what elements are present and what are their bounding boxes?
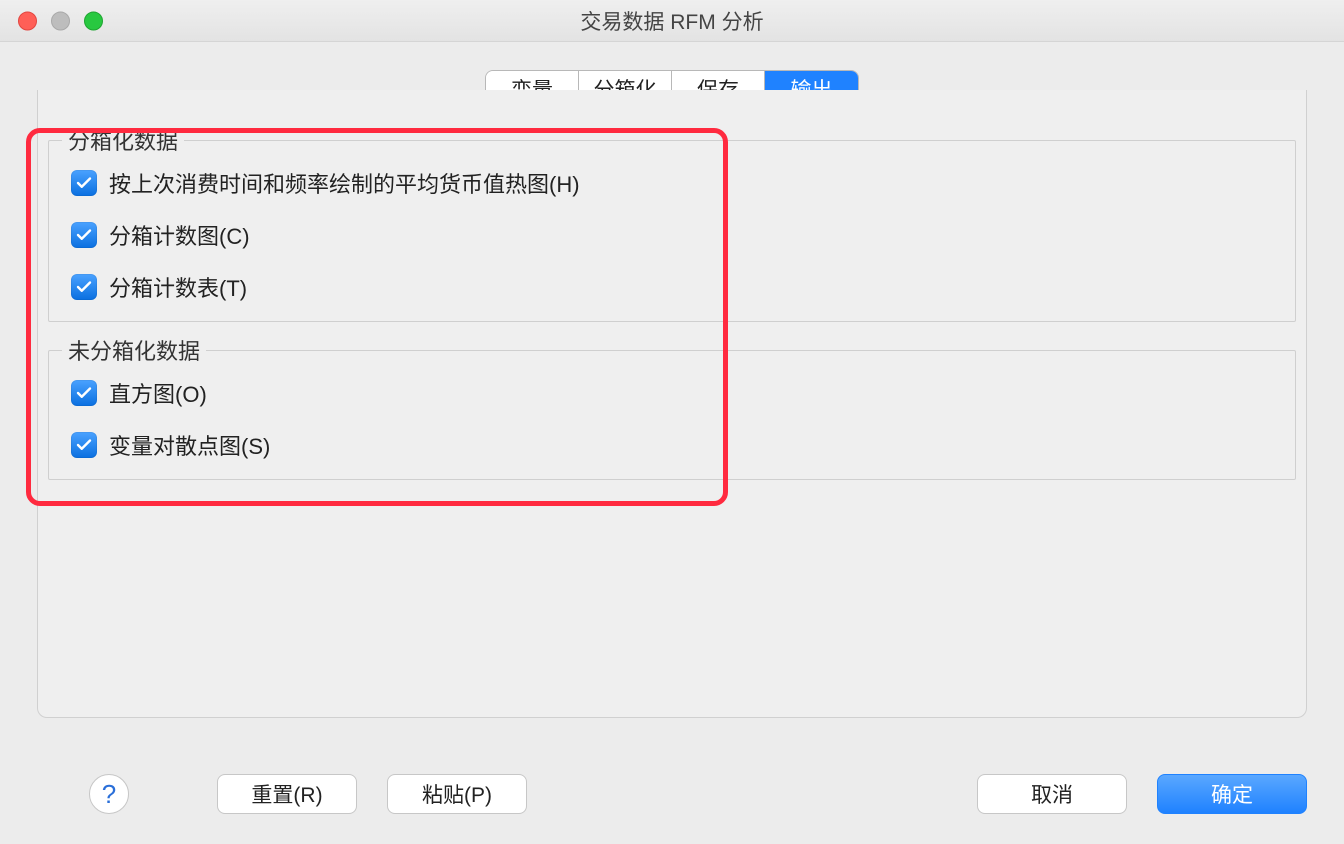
check-label-heatmap: 按上次消费时间和频率绘制的平均货币值热图(H) [109, 167, 580, 199]
checkbox-histogram[interactable] [71, 380, 97, 406]
check-row-histogram: 直方图(O) [71, 377, 1273, 409]
minimize-icon[interactable] [51, 11, 70, 30]
group-binned-frame: 按上次消费时间和频率绘制的平均货币值热图(H) 分箱计数图(C) 分箱计数表(T… [48, 140, 1296, 322]
checkmark-icon [75, 278, 93, 296]
checkmark-icon [75, 436, 93, 454]
checkmark-icon [75, 174, 93, 192]
check-row-count-chart: 分箱计数图(C) [71, 219, 1273, 251]
footer: ? 重置(R) 粘贴(P) 取消 确定 [0, 774, 1344, 814]
group-binned-legend: 分箱化数据 [62, 124, 184, 156]
window-controls [18, 11, 103, 30]
ok-button[interactable]: 确定 [1157, 774, 1307, 814]
zoom-icon[interactable] [84, 11, 103, 30]
checkbox-heatmap[interactable] [71, 170, 97, 196]
close-icon[interactable] [18, 11, 37, 30]
check-label-scatter: 变量对散点图(S) [109, 429, 270, 461]
group-unbinned-frame: 直方图(O) 变量对散点图(S) [48, 350, 1296, 480]
group-binned-data: 分箱化数据 按上次消费时间和频率绘制的平均货币值热图(H) 分箱计数图(C) 分… [48, 140, 1296, 322]
reset-button[interactable]: 重置(R) [217, 774, 357, 814]
check-label-histogram: 直方图(O) [109, 377, 207, 409]
cancel-button[interactable]: 取消 [977, 774, 1127, 814]
check-label-count-table: 分箱计数表(T) [109, 271, 247, 303]
check-row-heatmap: 按上次消费时间和频率绘制的平均货币值热图(H) [71, 167, 1273, 199]
checkbox-scatter[interactable] [71, 432, 97, 458]
titlebar: 交易数据 RFM 分析 [0, 0, 1344, 42]
checkmark-icon [75, 226, 93, 244]
window-title: 交易数据 RFM 分析 [580, 6, 763, 36]
check-row-count-table: 分箱计数表(T) [71, 271, 1273, 303]
content-panel: 分箱化数据 按上次消费时间和频率绘制的平均货币值热图(H) 分箱计数图(C) 分… [37, 90, 1307, 718]
check-label-count-chart: 分箱计数图(C) [109, 219, 250, 251]
help-button[interactable]: ? [89, 774, 129, 814]
checkbox-count-table[interactable] [71, 274, 97, 300]
checkbox-count-chart[interactable] [71, 222, 97, 248]
check-row-scatter: 变量对散点图(S) [71, 429, 1273, 461]
group-unbinned-data: 未分箱化数据 直方图(O) 变量对散点图(S) [48, 350, 1296, 480]
paste-button[interactable]: 粘贴(P) [387, 774, 527, 814]
group-unbinned-legend: 未分箱化数据 [62, 334, 206, 366]
checkmark-icon [75, 384, 93, 402]
